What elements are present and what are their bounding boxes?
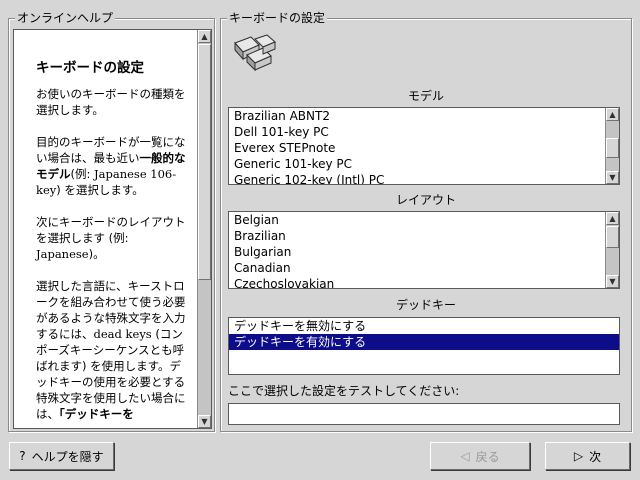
model-scroll-thumb[interactable] <box>606 138 619 158</box>
keyboard-keys-icon <box>234 34 276 72</box>
layout-list-item[interactable]: Czechoslovakian <box>229 276 605 288</box>
help-scrollbar[interactable]: ▲ ▼ <box>197 30 211 428</box>
model-label: モデル <box>407 89 444 103</box>
keyboard-settings-panel: キーボードの設定 モデル Brazilian ABNT2 Dell 101-key… <box>220 11 632 432</box>
model-list-item[interactable]: Dell 101-key PC <box>229 124 605 140</box>
model-list-item[interactable]: Generic 102-key (Intl) PC <box>229 172 605 184</box>
layout-label: レイアウト <box>395 193 456 207</box>
help-text-pane[interactable]: キーボードの設定 お使いのキーボードの種類を選択します。 目的のキーボードが一覧… <box>13 29 212 429</box>
help-paragraph-4: 選択した言語に、キーストロークを組み合わせて使う必要があるような特殊文字を入力す… <box>36 279 186 421</box>
next-arrow-icon: ▷ <box>573 449 584 463</box>
layout-list-items: Belgian Brazilian Bulgarian Canadian Czechos… <box>229 212 605 288</box>
keyboard-test-input[interactable] <box>228 403 620 425</box>
scroll-down-arrow-icon[interactable]: ▼ <box>198 415 211 428</box>
back-arrow-icon: ◁ <box>460 449 470 463</box>
test-field-label: ここで選択した設定をテストしてください: <box>228 384 460 398</box>
layout-list-item[interactable]: Bulgarian <box>229 244 605 260</box>
scroll-up-arrow-icon[interactable]: ▲ <box>198 30 211 43</box>
help-heading: キーボードの設定 <box>36 60 144 76</box>
keyboard-frame-title: キーボードの設定 <box>227 11 328 25</box>
layout-scrollbar[interactable]: ▲ ▼ <box>605 212 619 288</box>
help-paragraph-3: 次にキーボードのレイアウトを選択します (例: Japanese)。 <box>36 215 186 261</box>
deadkey-list-item[interactable]: デッドキーを有効にする <box>229 334 619 350</box>
model-list-item[interactable]: Everex STEPnote <box>229 140 605 156</box>
model-list-item[interactable]: Generic 101-key PC <box>229 156 605 172</box>
scroll-up-arrow-icon[interactable]: ▲ <box>606 108 619 121</box>
layout-scroll-thumb[interactable] <box>606 226 619 248</box>
scroll-down-arrow-icon[interactable]: ▼ <box>606 171 619 184</box>
help-question-icon: ? <box>19 449 26 463</box>
scroll-up-arrow-icon[interactable]: ▲ <box>606 212 619 225</box>
back-button[interactable]: ◁ 戻る <box>430 442 530 470</box>
deadkey-label: デッドキー <box>395 298 456 312</box>
deadkey-list-items: デッドキーを無効にする デッドキーを有効にする <box>229 318 619 374</box>
hide-help-button[interactable]: ? ヘルプを隠す <box>9 442 114 470</box>
deadkey-list-item[interactable]: デッドキーを無効にする <box>229 318 619 334</box>
help-scroll-thumb[interactable] <box>198 44 211 280</box>
help-panel: オンラインヘルプ キーボードの設定 お使いのキーボードの種類を選択します。 目的… <box>8 11 215 432</box>
model-list-item[interactable]: Brazilian ABNT2 <box>229 108 605 124</box>
next-button[interactable]: ▷ 次 <box>545 442 630 470</box>
help-frame-title: オンラインヘルプ <box>15 11 116 25</box>
model-list-items: Brazilian ABNT2 Dell 101-key PC Everex STE… <box>229 108 605 184</box>
layout-list-item[interactable]: Brazilian <box>229 228 605 244</box>
deadkey-list[interactable]: デッドキーを無効にする デッドキーを有効にする <box>228 317 620 375</box>
help-text: キーボードの設定 お使いのキーボードの種類を選択します。 目的のキーボードが一覧… <box>14 30 198 428</box>
model-scrollbar[interactable]: ▲ ▼ <box>605 108 619 184</box>
layout-list-item[interactable]: Belgian <box>229 212 605 228</box>
scroll-down-arrow-icon[interactable]: ▼ <box>606 275 619 288</box>
help-paragraph-1: お使いのキーボードの種類を選択します。 <box>36 87 186 117</box>
help-paragraph-2: 目的のキーボードが一覧にない場合は、最も近い一般的なモデル(例: Japanes… <box>36 135 186 197</box>
model-list[interactable]: Brazilian ABNT2 Dell 101-key PC Everex STE… <box>228 107 620 185</box>
layout-list-item[interactable]: Canadian <box>229 260 605 276</box>
layout-list[interactable]: Belgian Brazilian Bulgarian Canadian Czechos… <box>228 211 620 289</box>
